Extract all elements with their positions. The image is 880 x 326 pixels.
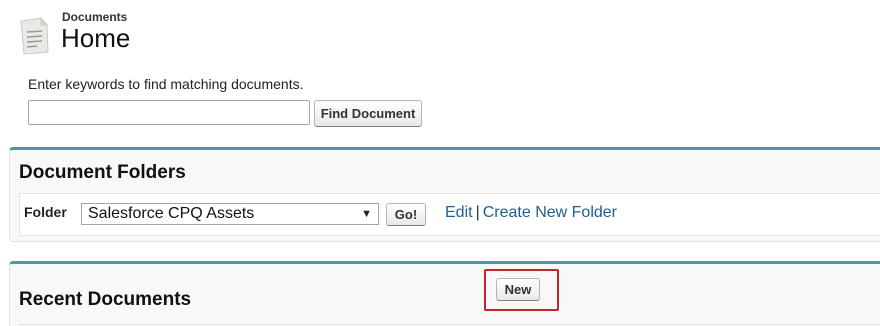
folder-select[interactable]: Salesforce CPQ Assets ▼: [81, 203, 379, 225]
document-icon: [20, 16, 49, 55]
document-folders-title: Document Folders: [19, 162, 186, 183]
go-button[interactable]: Go!: [386, 203, 426, 226]
breadcrumb: Documents: [62, 10, 128, 24]
page-title: Home: [61, 23, 131, 53]
chevron-down-icon: ▼: [361, 208, 372, 220]
documents-home-page: Documents Home Enter keywords to find ma…: [0, 0, 880, 326]
folder-label: Folder: [24, 204, 67, 220]
edit-folder-link[interactable]: Edit: [445, 204, 473, 221]
search-label: Enter keywords to find matching document…: [28, 76, 304, 92]
highlight-annotation-box: [484, 269, 559, 311]
divider: [19, 324, 880, 325]
folder-select-value: Salesforce CPQ Assets: [88, 205, 255, 222]
link-separator: |: [475, 204, 480, 221]
recent-documents-panel: Recent Documents: [9, 261, 880, 326]
document-search-input[interactable]: [28, 100, 310, 125]
create-new-folder-link[interactable]: Create New Folder: [483, 204, 617, 221]
document-folders-panel: Document Folders Folder Salesforce CPQ A…: [9, 147, 880, 242]
folder-links: Edit | Create New Folder: [445, 204, 617, 222]
find-document-button[interactable]: Find Document: [314, 100, 422, 127]
recent-documents-title: Recent Documents: [19, 289, 192, 310]
folder-row: Folder Salesforce CPQ Assets ▼ Go! Edit |…: [19, 193, 880, 236]
